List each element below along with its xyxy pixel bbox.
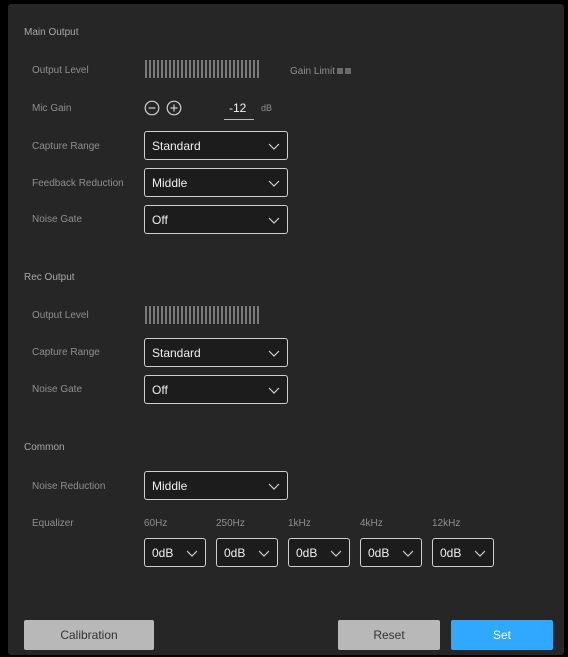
rec-capture-range-select[interactable]: Standard <box>144 338 288 367</box>
settings-panel: Main Output Output Level Gain Limit Mic … <box>8 4 564 655</box>
noise-reduction-value: Middle <box>152 478 188 493</box>
mic-gain-underline <box>224 119 254 120</box>
chevron-down-icon <box>186 550 198 557</box>
eq-band-select-250hz[interactable]: 0dB <box>216 538 278 567</box>
rec-output-level-meter <box>145 306 259 324</box>
chevron-down-icon <box>402 550 414 557</box>
feedback-reduction-select[interactable]: Middle <box>144 168 288 197</box>
gain-limit-indicator: Gain Limit <box>290 66 352 77</box>
eq-band-value: 0dB <box>368 545 390 560</box>
noise-reduction-label: Noise Reduction <box>32 481 106 492</box>
chevron-down-icon <box>268 143 280 150</box>
plus-circle-icon[interactable] <box>166 100 182 116</box>
main-capture-range-label: Capture Range <box>32 141 100 152</box>
feedback-reduction-label: Feedback Reduction <box>32 178 124 189</box>
chevron-down-icon <box>268 350 280 357</box>
rec-capture-range-label: Capture Range <box>32 347 100 358</box>
common-title: Common <box>24 442 65 453</box>
main-output-level-label: Output Level <box>32 65 89 76</box>
eq-band-freq: 60Hz <box>144 518 168 529</box>
eq-band-value: 0dB <box>296 545 318 560</box>
eq-band-select-60hz[interactable]: 0dB <box>144 538 206 567</box>
rec-capture-range-value: Standard <box>152 345 201 360</box>
chevron-down-icon <box>268 483 280 490</box>
mic-gain-value[interactable]: -12 <box>229 101 246 115</box>
rec-output-level-label: Output Level <box>32 310 89 321</box>
mic-gain-label: Mic Gain <box>32 103 72 114</box>
chevron-down-icon <box>268 387 280 394</box>
main-noise-gate-value: Off <box>152 212 168 227</box>
main-noise-gate-label: Noise Gate <box>32 214 83 225</box>
eq-band-value: 0dB <box>152 545 174 560</box>
calibration-button[interactable]: Calibration <box>24 620 154 650</box>
main-capture-range-value: Standard <box>152 138 201 153</box>
chevron-down-icon <box>268 180 280 187</box>
eq-band-select-4khz[interactable]: 0dB <box>360 538 422 567</box>
eq-band-freq: 12kHz <box>432 518 461 529</box>
rec-noise-gate-label: Noise Gate <box>32 384 83 395</box>
eq-band-select-1khz[interactable]: 0dB <box>288 538 350 567</box>
main-capture-range-select[interactable]: Standard <box>144 131 288 160</box>
rec-noise-gate-value: Off <box>152 382 168 397</box>
mic-gain-unit: dB <box>261 103 273 113</box>
eq-band-freq: 1kHz <box>288 518 311 529</box>
rec-output-title: Rec Output <box>24 272 75 283</box>
gain-limit-led <box>345 68 352 75</box>
eq-band-freq: 250Hz <box>216 518 245 529</box>
noise-reduction-select[interactable]: Middle <box>144 471 288 500</box>
rec-noise-gate-select[interactable]: Off <box>144 375 288 404</box>
main-output-level-meter <box>145 60 259 78</box>
minus-circle-icon[interactable] <box>144 100 160 116</box>
gain-limit-led <box>337 68 344 75</box>
main-noise-gate-select[interactable]: Off <box>144 205 288 234</box>
chevron-down-icon <box>268 217 280 224</box>
equalizer-label: Equalizer <box>32 518 74 529</box>
main-output-title: Main Output <box>24 27 79 38</box>
eq-band-freq: 4kHz <box>360 518 383 529</box>
eq-band-value: 0dB <box>224 545 246 560</box>
reset-button[interactable]: Reset <box>338 620 440 650</box>
chevron-down-icon <box>474 550 486 557</box>
feedback-reduction-value: Middle <box>152 175 188 190</box>
eq-band-select-12khz[interactable]: 0dB <box>432 538 494 567</box>
eq-band-value: 0dB <box>440 545 462 560</box>
chevron-down-icon <box>258 550 270 557</box>
chevron-down-icon <box>330 550 342 557</box>
gain-limit-label: Gain Limit <box>290 66 336 77</box>
set-button[interactable]: Set <box>451 620 553 650</box>
